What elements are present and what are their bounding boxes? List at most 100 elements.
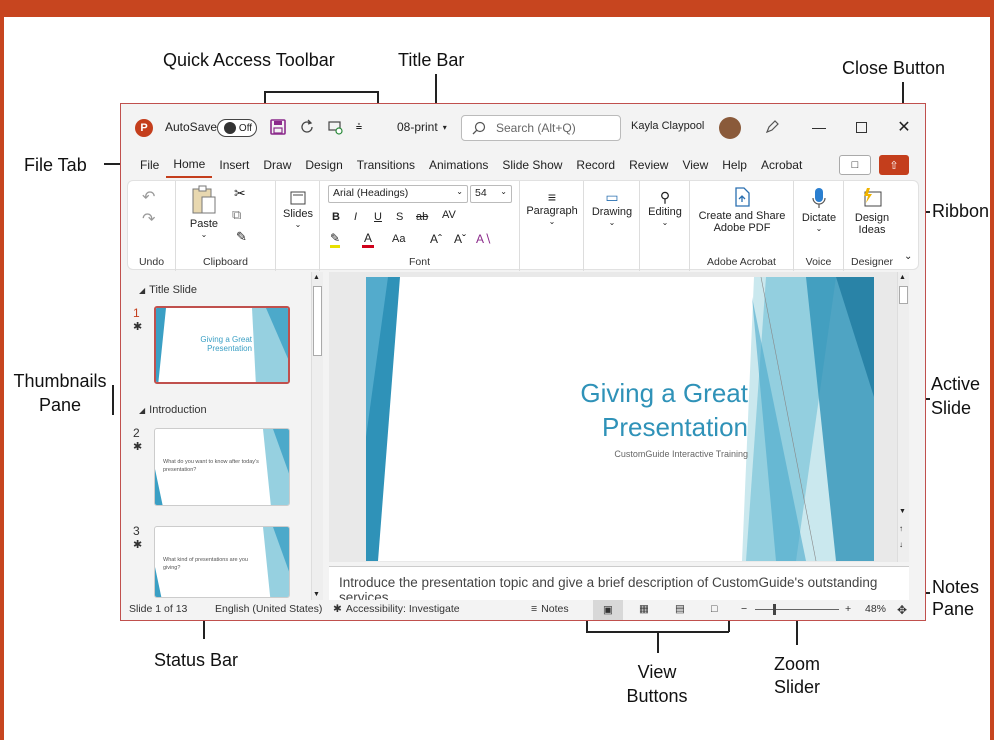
tab-acrobat[interactable]: Acrobat — [754, 152, 809, 178]
chevron-down-icon: ⌄ — [548, 217, 556, 226]
slide-sorter-button[interactable]: ▦ — [639, 603, 649, 615]
slide-thumbnail-2[interactable]: What do you want to know after today's p… — [154, 428, 290, 506]
collapse-ribbon-icon[interactable]: ⌄ — [904, 251, 912, 262]
user-name[interactable]: Kayla Claypool — [631, 120, 704, 132]
tab-view[interactable]: View — [675, 152, 715, 178]
increase-font-icon[interactable]: Aˆ — [430, 232, 442, 246]
font-size-select[interactable]: 54 ⌄ — [470, 185, 512, 203]
close-icon[interactable]: ✕ — [893, 116, 915, 138]
editing-button[interactable]: ⚲ Editing ⌄ — [644, 189, 686, 227]
thumbnails-scrollbar[interactable]: ▲ ▼ — [311, 272, 323, 600]
shadow-button[interactable]: S — [396, 211, 403, 223]
maximize-icon[interactable] — [850, 116, 872, 138]
slide-number: 2 — [133, 426, 140, 440]
language[interactable]: English (United States) — [215, 603, 322, 615]
copy-icon[interactable]: ⧉ — [232, 207, 241, 223]
share-button[interactable]: ⇧ — [879, 155, 909, 175]
tab-animations[interactable]: Animations — [422, 152, 495, 178]
zoom-out-button[interactable]: − — [741, 603, 747, 615]
highlight-icon[interactable]: ✎ — [330, 231, 341, 248]
italic-button[interactable]: I — [354, 211, 357, 223]
design-ideas-button[interactable]: Design Ideas — [848, 187, 896, 236]
comments-button[interactable]: □ — [839, 155, 871, 175]
scrollbar-thumb[interactable] — [313, 286, 322, 356]
paste-button[interactable]: Paste ⌄ — [184, 185, 224, 239]
tab-review[interactable]: Review — [622, 152, 675, 178]
slide-show-button[interactable]: □ — [711, 603, 717, 615]
scroll-down-icon[interactable]: ▼ — [313, 591, 320, 598]
slide-thumbnail-1[interactable]: Giving a Great Presentation — [154, 306, 290, 384]
title-bar: P AutoSave Off ⩮ 08-print ▾ Search (Alt+… — [121, 104, 925, 152]
tab-transitions[interactable]: Transitions — [350, 152, 422, 178]
active-slide[interactable]: Giving a Great Presentation CustomGuide … — [366, 277, 874, 561]
format-painter-icon[interactable]: ✎ — [236, 229, 247, 245]
previous-slide-icon[interactable]: ↑ — [899, 524, 903, 533]
section-title-slide[interactable]: ◢ Title Slide — [139, 284, 197, 296]
presentation-icon[interactable] — [324, 116, 346, 138]
chevron-down-icon: ⌄ — [500, 187, 507, 196]
zoom-slider-track[interactable] — [755, 609, 839, 610]
clear-formatting-icon[interactable]: A∖ — [476, 232, 492, 246]
scroll-up-icon[interactable]: ▲ — [313, 274, 320, 281]
accessibility-status[interactable]: ✱ Accessibility: Investigate — [333, 603, 460, 615]
paste-label: Paste — [189, 218, 219, 230]
dictate-button[interactable]: Dictate ⌄ — [798, 187, 840, 233]
zoom-in-button[interactable]: + — [845, 603, 851, 615]
callout-line — [264, 91, 378, 93]
section-introduction[interactable]: ◢ Introduction — [139, 404, 207, 416]
filename-dropdown[interactable]: 08-print ▾ — [397, 120, 447, 134]
notes-pane[interactable]: Introduce the presentation topic and giv… — [329, 566, 909, 600]
notes-button[interactable]: ≡ Notes — [531, 603, 569, 615]
reading-view-button[interactable]: ▤ — [675, 603, 685, 615]
tab-help[interactable]: Help — [715, 152, 754, 178]
scroll-up-icon[interactable]: ▲ — [899, 274, 906, 281]
drawing-button[interactable]: ▭ Drawing ⌄ — [588, 189, 636, 227]
decrease-font-icon[interactable]: Aˇ — [454, 232, 466, 246]
underline-button[interactable]: U — [374, 211, 382, 223]
avatar[interactable] — [719, 117, 741, 139]
scrollbar-thumb[interactable] — [899, 286, 908, 304]
tab-draw[interactable]: Draw — [256, 152, 298, 178]
normal-view-button[interactable]: ▣ — [593, 600, 623, 620]
search-box[interactable]: Search (Alt+Q) — [461, 115, 621, 141]
undo-icon[interactable]: ↶ — [142, 187, 155, 207]
tab-slide-show[interactable]: Slide Show — [495, 152, 569, 178]
customize-toolbar-icon[interactable]: ⩮ — [351, 116, 367, 138]
tab-design[interactable]: Design — [298, 152, 349, 178]
autosave-toggle[interactable]: Off — [217, 119, 257, 137]
search-placeholder: Search (Alt+Q) — [496, 121, 576, 135]
font-name-select[interactable]: Arial (Headings) ⌄ — [328, 185, 468, 203]
cut-icon[interactable]: ✂ — [234, 185, 246, 202]
minimize-icon[interactable]: — — [808, 116, 830, 138]
redo-icon[interactable]: ↷ — [142, 209, 155, 229]
paragraph-button[interactable]: ≡ Paragraph ⌄ — [524, 189, 580, 226]
font-color-icon[interactable]: A — [362, 231, 374, 248]
slide-editing-area: Giving a Great Presentation CustomGuide … — [329, 272, 909, 562]
zoom-slider-thumb[interactable] — [773, 604, 776, 615]
next-slide-icon[interactable]: ↓ — [899, 540, 903, 549]
strikethrough-button[interactable]: ab — [416, 211, 428, 223]
new-slide-button[interactable]: Slides ⌄ — [282, 191, 314, 229]
slide-count[interactable]: Slide 1 of 13 — [129, 603, 187, 615]
tab-record[interactable]: Record — [569, 152, 622, 178]
change-case-button[interactable]: Aa — [392, 233, 405, 245]
clipboard-icon — [192, 185, 216, 214]
redo-icon[interactable] — [297, 116, 319, 138]
create-share-pdf-button[interactable]: Create and Share Adobe PDF — [694, 187, 790, 234]
zoom-level[interactable]: 48% — [865, 603, 886, 615]
character-spacing-button[interactable]: AV — [442, 209, 456, 221]
callout-quick-access-toolbar: Quick Access Toolbar — [163, 50, 335, 70]
tab-home[interactable]: Home — [166, 152, 213, 178]
slide-thumbnail-3[interactable]: What kind of presentations are you givin… — [154, 526, 290, 598]
tab-file[interactable]: File — [133, 152, 166, 178]
tab-insert[interactable]: Insert — [212, 152, 256, 178]
section-intro-label: Introduction — [149, 404, 207, 416]
bold-button[interactable]: B — [332, 211, 340, 223]
designer-pen-icon[interactable] — [761, 116, 783, 138]
fit-to-window-icon[interactable]: ✥ — [897, 603, 907, 617]
create-share-label: Create and Share — [698, 210, 786, 222]
slide-title: Giving a Great Presentation — [580, 377, 748, 445]
slide-scrollbar[interactable]: ▲ ▼ ↑ ↓ — [897, 272, 909, 562]
scroll-down-icon[interactable]: ▼ — [899, 508, 906, 515]
save-icon[interactable] — [267, 116, 289, 138]
